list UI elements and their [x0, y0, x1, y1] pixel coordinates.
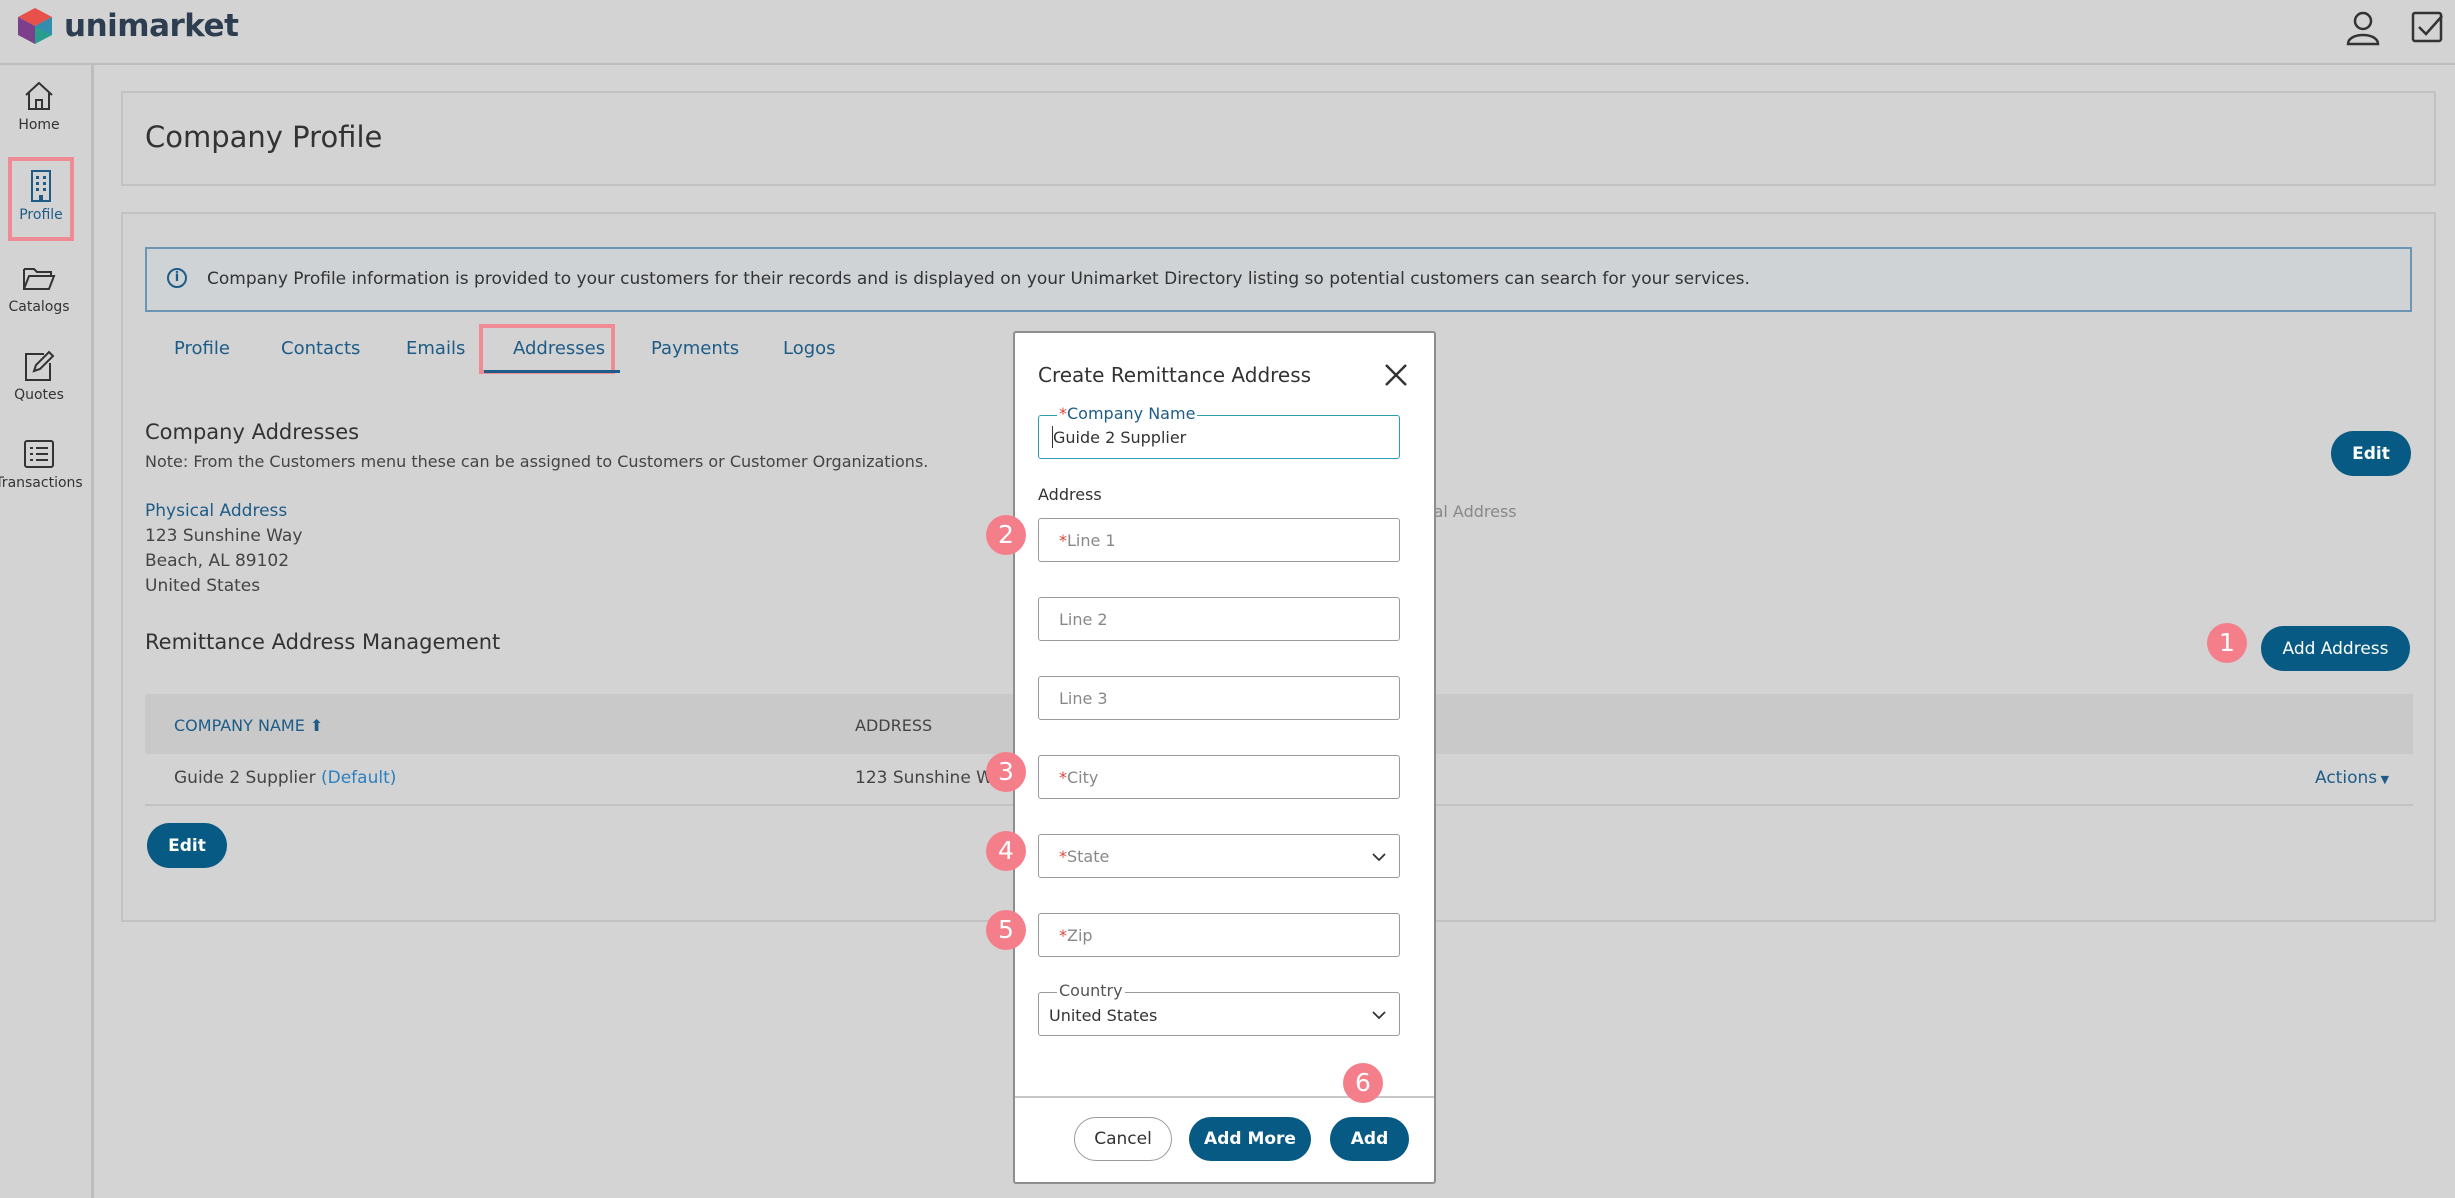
row-address: 123 Sunshine Wa [855, 768, 1003, 788]
folder-icon [23, 268, 56, 290]
sidebar: Home Profile Catalogs Quotes Transaction… [0, 65, 94, 1198]
physical-address-title[interactable]: Physical Address [145, 501, 287, 521]
edit-addresses-button[interactable]: Edit [2331, 431, 2411, 476]
step-badge: 4 [986, 831, 1026, 871]
zip-placeholder: *Zip [1059, 926, 1093, 945]
chevron-down-icon [1372, 1011, 1386, 1020]
tab-underline [484, 370, 620, 373]
company-name-field[interactable]: *Company Name Guide 2 Supplier [1038, 404, 1400, 459]
column-address: ADDRESS [855, 716, 933, 735]
physical-address-line: Beach, AL 89102 [145, 551, 290, 571]
sidebar-item-transactions[interactable]: Transactions [0, 437, 83, 517]
building-icon [31, 170, 51, 202]
logo[interactable]: unimarket [16, 6, 239, 46]
sidebar-item-label: Quotes [14, 387, 64, 403]
country-select[interactable]: Country United States [1038, 981, 1400, 1036]
default-tag: (Default) [321, 768, 397, 788]
physical-address-line: United States [145, 576, 261, 596]
step-badge: 5 [986, 910, 1026, 950]
addresses-note: Note: From the Customers menu these can … [145, 452, 929, 471]
tab-emails[interactable]: Emails [406, 338, 465, 359]
tab-payments[interactable]: Payments [651, 338, 739, 359]
address-label: Address [1038, 485, 1102, 504]
step-badge: 2 [986, 515, 1026, 555]
step-badge: 6 [1343, 1063, 1383, 1103]
line1-placeholder: *Line 1 [1059, 531, 1116, 550]
row-actions-dropdown[interactable]: Actions ▼ [2315, 768, 2389, 788]
sidebar-item-label: Transactions [0, 475, 83, 491]
company-addresses-heading: Company Addresses [145, 420, 360, 444]
column-company-name[interactable]: COMPANY NAME ⬆ [174, 716, 323, 735]
add-more-button[interactable]: Add More [1189, 1117, 1311, 1161]
add-button[interactable]: Add [1330, 1117, 1409, 1161]
brand-name: unimarket [64, 8, 239, 44]
edit-icon [25, 350, 55, 381]
caret-down-icon: ▼ [2377, 773, 2390, 786]
tasks-icon[interactable] [2408, 8, 2448, 48]
line3-placeholder: Line 3 [1059, 689, 1108, 708]
sidebar-item-home[interactable]: Home [0, 79, 78, 159]
row-company: Guide 2 Supplier (Default) [174, 768, 397, 788]
chevron-down-icon [1372, 853, 1386, 862]
country-value: United States [1049, 1006, 1158, 1025]
add-address-button[interactable]: Add Address [2261, 626, 2410, 671]
step-badge: 3 [986, 752, 1026, 792]
state-select[interactable]: *State [1038, 834, 1400, 878]
user-icon[interactable] [2343, 8, 2383, 48]
tab-addresses[interactable]: Addresses [513, 338, 605, 359]
sidebar-item-catalogs[interactable]: Catalogs [0, 261, 78, 341]
cancel-button[interactable]: Cancel [1074, 1117, 1172, 1161]
remittance-heading: Remittance Address Management [145, 630, 501, 654]
tab-logos[interactable]: Logos [783, 338, 836, 359]
line2-placeholder: Line 2 [1059, 610, 1108, 629]
unimarket-logo-icon [18, 8, 52, 44]
state-placeholder: *State [1059, 847, 1110, 866]
zip-field[interactable]: *Zip [1038, 913, 1400, 957]
sidebar-item-label: Profile [19, 207, 63, 223]
company-name-label: *Company Name [1057, 404, 1198, 423]
edit-remittance-button[interactable]: Edit [147, 823, 227, 868]
tab-contacts[interactable]: Contacts [281, 338, 360, 359]
tab-profile[interactable]: Profile [174, 338, 230, 359]
line1-field[interactable]: *Line 1 [1038, 518, 1400, 562]
city-placeholder: *City [1059, 768, 1099, 787]
country-label: Country [1057, 981, 1125, 1000]
list-icon [24, 440, 54, 468]
info-banner: i Company Profile information is provide… [145, 247, 2412, 312]
top-bar: unimarket [0, 0, 2455, 65]
modal-title: Create Remittance Address [1038, 363, 1312, 387]
line2-field[interactable]: Line 2 [1038, 597, 1400, 641]
company-name-value: Guide 2 Supplier [1053, 428, 1187, 447]
page-title: Company Profile [145, 120, 383, 154]
home-icon [25, 81, 53, 110]
title-panel [121, 91, 2436, 186]
city-field[interactable]: *City [1038, 755, 1400, 799]
sort-up-icon: ⬆ [304, 716, 324, 735]
physical-address-line: 123 Sunshine Way [145, 526, 303, 546]
info-text: Company Profile information is provided … [207, 269, 1750, 289]
sidebar-item-profile[interactable]: Profile [8, 157, 74, 241]
info-icon: i [167, 268, 187, 288]
sidebar-item-label: Catalogs [8, 299, 70, 315]
sidebar-item-quotes[interactable]: Quotes [0, 349, 78, 429]
close-icon[interactable] [1380, 359, 1412, 391]
sidebar-item-label: Home [18, 117, 60, 133]
line3-field[interactable]: Line 3 [1038, 676, 1400, 720]
step-badge: 1 [2207, 623, 2247, 663]
create-remittance-modal: Create Remittance Address *Company Name … [1013, 331, 1436, 1184]
